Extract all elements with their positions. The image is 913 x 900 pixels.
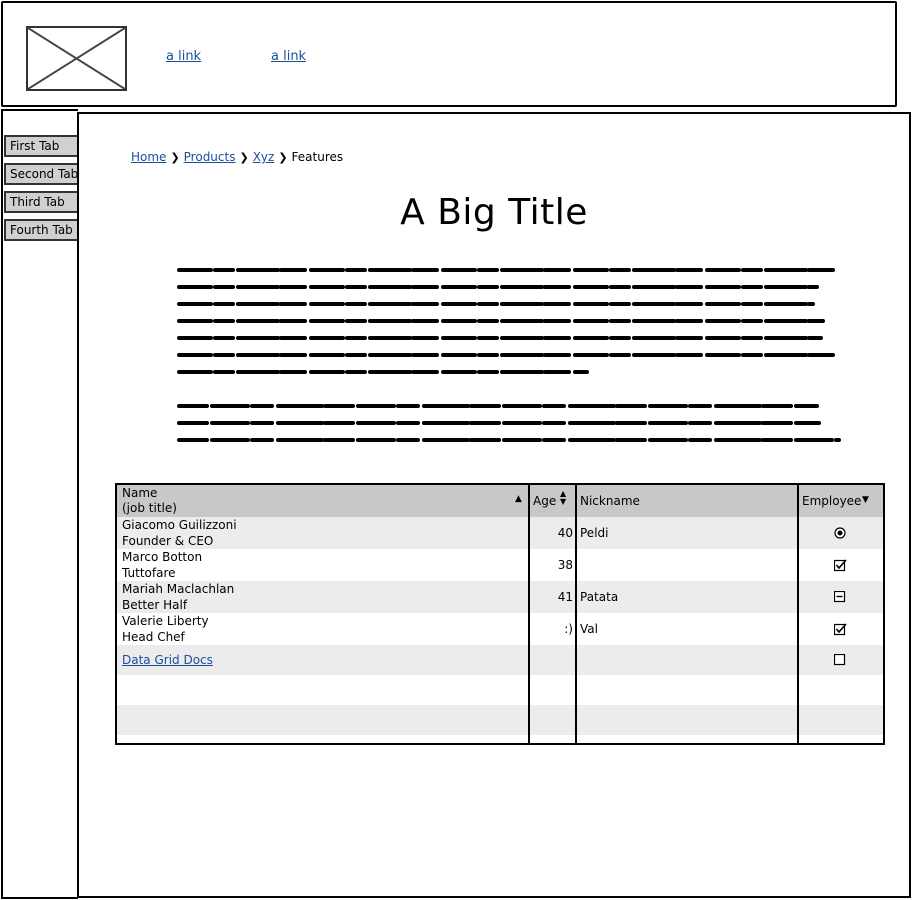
cell-job: Founder & CEO: [122, 534, 214, 548]
data-grid-docs-link[interactable]: Data Grid Docs: [122, 653, 213, 667]
column-header-employee[interactable]: Employee: [802, 485, 862, 517]
data-grid: Name (job title) ▲ Age ▲ ▼ Nickname Emplo…: [115, 483, 885, 745]
empty-row: [117, 675, 883, 705]
column-header-name[interactable]: Name (job title): [122, 485, 522, 517]
cell-job: Head Chef: [122, 630, 185, 644]
table-row[interactable]: Giacomo Guilizzoni Founder & CEO 40 Peld…: [117, 517, 883, 549]
cell-job: Tuttofare: [122, 566, 176, 580]
checkbox-checked-icon[interactable]: [834, 623, 847, 636]
chevron-right-icon: ❯: [278, 150, 288, 164]
tab-fourth[interactable]: Fourth Tab: [4, 219, 79, 241]
cell-name: Valerie Liberty: [122, 614, 209, 628]
column-header-name-label: Name: [122, 486, 158, 500]
checkbox-unchecked-icon[interactable]: [834, 654, 846, 666]
sidebar: First Tab Second Tab Third Tab Fourth Ta…: [1, 109, 79, 899]
column-header-name-sublabel: (job title): [122, 501, 177, 515]
placeholder-text-paragraph-2: [177, 404, 841, 442]
tab-first[interactable]: First Tab: [4, 135, 79, 157]
cell-age: 41: [557, 590, 573, 604]
table-row[interactable]: Data Grid Docs: [117, 645, 883, 675]
cell-age: 40: [557, 526, 573, 540]
table-row[interactable]: Valerie Liberty Head Chef :) Val: [117, 613, 883, 645]
empty-row: [117, 705, 883, 735]
cell-name: Mariah Maclachlan: [122, 582, 235, 596]
checkbox-checked-icon[interactable]: [834, 559, 847, 572]
cell-age: :): [564, 622, 573, 636]
image-placeholder-icon: [26, 26, 127, 91]
cell-age: 38: [557, 558, 573, 572]
checkbox-indeterminate-icon[interactable]: [834, 591, 846, 603]
breadcrumb-xyz[interactable]: Xyz: [253, 150, 275, 164]
cell-nickname: Peldi: [580, 526, 609, 540]
breadcrumb-home[interactable]: Home: [131, 150, 166, 164]
tab-second[interactable]: Second Tab: [4, 163, 79, 185]
chevron-right-icon: ❯: [239, 150, 249, 164]
dropdown-arrow-icon[interactable]: ▼: [862, 495, 869, 505]
breadcrumb-current: Features: [291, 150, 344, 164]
cell-nickname: Val: [580, 622, 598, 636]
column-divider: [575, 485, 577, 743]
breadcrumb-products[interactable]: Products: [184, 150, 236, 164]
cell-name: Marco Botton: [122, 550, 203, 564]
cell-job: Better Half: [122, 598, 188, 612]
table-row[interactable]: Marco Botton Tuttofare 38: [117, 549, 883, 581]
sort-both-icon[interactable]: ▲ ▼: [560, 490, 566, 506]
header-link-1[interactable]: a link: [166, 49, 201, 64]
empty-row: [117, 735, 883, 743]
cell-name: Giacomo Guilizzoni: [122, 518, 237, 532]
column-divider: [797, 485, 799, 743]
table-row[interactable]: Mariah Maclachlan Better Half 41 Patata: [117, 581, 883, 613]
cell-nickname: [580, 549, 780, 581]
breadcrumb: Home ❯ Products ❯ Xyz ❯ Features: [131, 150, 343, 164]
radio-selected-icon[interactable]: [834, 527, 846, 539]
grid-header-row: Name (job title) ▲ Age ▲ ▼ Nickname Emplo…: [117, 485, 883, 517]
column-header-nickname[interactable]: Nickname: [580, 485, 780, 517]
sort-ascending-icon[interactable]: ▲: [515, 494, 522, 504]
chevron-right-icon: ❯: [170, 150, 180, 164]
column-divider: [528, 485, 530, 743]
page-header: a link a link: [1, 1, 897, 107]
page-title: A Big Title: [400, 192, 588, 233]
main-panel: Home ❯ Products ❯ Xyz ❯ Features A Big T…: [77, 112, 911, 898]
placeholder-text-paragraph-1: [177, 268, 837, 374]
tab-third[interactable]: Third Tab: [4, 191, 79, 213]
header-link-2[interactable]: a link: [271, 49, 306, 64]
cell-nickname: Patata: [580, 590, 619, 604]
